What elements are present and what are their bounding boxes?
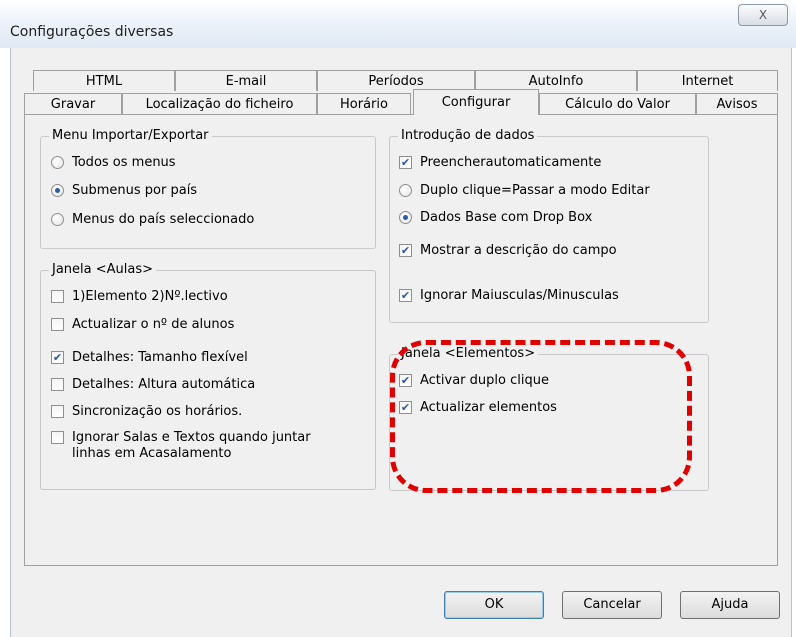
tab-label: Configurar xyxy=(441,95,511,110)
option-label: Actualizar o nº de alunos xyxy=(72,317,235,332)
close-button[interactable]: X xyxy=(738,4,788,26)
checkbox[interactable] xyxy=(51,290,64,303)
option-label: Dados Base com Drop Box xyxy=(420,210,593,225)
tab-periodos[interactable]: Períodos xyxy=(317,70,475,91)
tab-localizacao[interactable]: Localização do ficheiro xyxy=(122,93,317,114)
tab-label: Internet xyxy=(681,74,734,89)
tab-internet[interactable]: Internet xyxy=(637,70,778,91)
tab-label: Períodos xyxy=(368,74,424,89)
group-title: Introdução de dados xyxy=(398,128,538,143)
ok-button[interactable]: OK xyxy=(444,591,544,619)
help-button[interactable]: Ajuda xyxy=(680,591,780,619)
option-label: Sincronização os horários. xyxy=(72,404,243,419)
tab-label: HTML xyxy=(85,74,123,89)
tab-gravar[interactable]: Gravar xyxy=(24,93,122,114)
option-label: Ignorar Salas e Textos quando juntar xyxy=(72,430,311,445)
option-label: Actualizar elementos xyxy=(420,400,557,415)
tab-label: Horário xyxy=(340,97,388,112)
radio-button[interactable] xyxy=(51,184,64,197)
option-label: Ignorar Maiusculas/Minusculas xyxy=(420,288,619,303)
option-label: Menus do país seleccionado xyxy=(72,212,255,227)
tab-label: E-mail xyxy=(225,74,267,89)
checkbox[interactable]: ✔ xyxy=(399,244,412,257)
option-label: Activar duplo clique xyxy=(420,373,549,388)
tab-avisos[interactable]: Avisos xyxy=(696,93,778,114)
checkbox[interactable] xyxy=(51,378,64,391)
radio-button[interactable] xyxy=(51,213,64,226)
tab-horario[interactable]: Horário xyxy=(317,93,411,114)
tab-label: Localização do ficheiro xyxy=(145,97,294,112)
group-title: Janela <Aulas> xyxy=(49,262,157,277)
checkbox[interactable] xyxy=(51,318,64,331)
checkbox[interactable]: ✔ xyxy=(399,289,412,302)
option-label: Mostrar a descrição do campo xyxy=(420,243,617,258)
option-label-line2: linhas em Acasalamento xyxy=(72,446,232,461)
option-label: Preencherautomaticamente xyxy=(420,155,602,170)
radio-button[interactable] xyxy=(399,184,412,197)
radio-button[interactable] xyxy=(399,211,412,224)
checkbox[interactable]: ✔ xyxy=(51,351,64,364)
checkbox[interactable]: ✔ xyxy=(399,156,412,169)
close-icon: X xyxy=(758,8,768,22)
checkbox[interactable]: ✔ xyxy=(399,374,412,387)
option-label: Detalhes: Altura automática xyxy=(72,377,256,392)
radio-button[interactable] xyxy=(51,156,64,169)
window-title: Configurações diversas xyxy=(10,24,174,40)
tab-label: Gravar xyxy=(50,97,96,112)
tab-autoinfo[interactable]: AutoInfo xyxy=(475,70,637,91)
option-label: Detalhes: Tamanho flexível xyxy=(72,350,248,365)
tab-label: AutoInfo xyxy=(528,74,584,89)
group-title: Janela <Elementos> xyxy=(398,346,539,361)
checkbox[interactable] xyxy=(51,431,64,444)
cancel-button[interactable]: Cancelar xyxy=(562,591,662,619)
option-label: Submenus por país xyxy=(72,183,198,198)
checkbox[interactable] xyxy=(51,405,64,418)
tab-label: Cálculo do Valor xyxy=(565,97,670,112)
option-label: Todos os menus xyxy=(72,155,176,170)
tab-calculo-valor[interactable]: Cálculo do Valor xyxy=(539,93,696,114)
title-bar: Configurações diversas X xyxy=(0,0,796,48)
option-label: Duplo clique=Passar a modo Editar xyxy=(420,183,650,198)
tab-html[interactable]: HTML xyxy=(33,70,175,91)
group-title: Menu Importar/Exportar xyxy=(49,128,212,143)
option-label: 1)Elemento 2)Nº.lectivo xyxy=(72,289,228,304)
tab-configurar[interactable]: Configurar xyxy=(413,89,539,115)
tab-label: Avisos xyxy=(716,97,758,112)
checkbox[interactable]: ✔ xyxy=(399,401,412,414)
tab-email[interactable]: E-mail xyxy=(175,70,317,91)
